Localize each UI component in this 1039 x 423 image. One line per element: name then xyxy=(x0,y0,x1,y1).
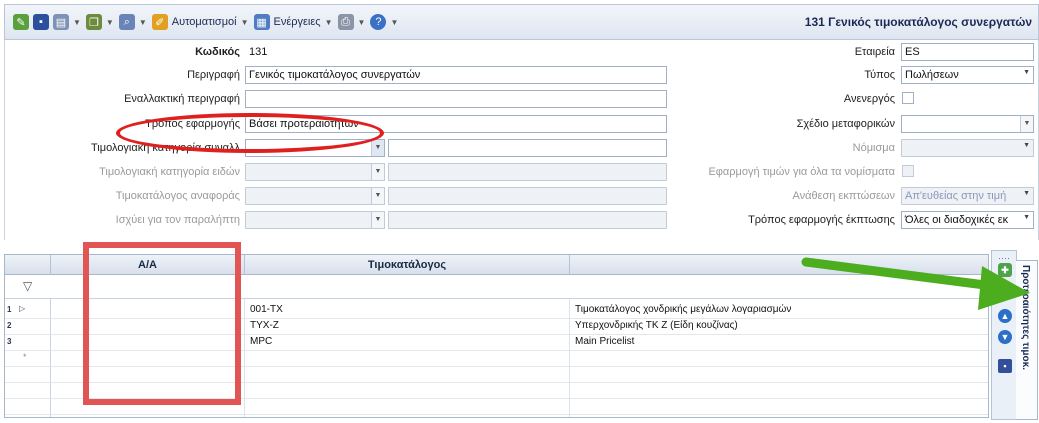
row-indicator: 1 xyxy=(7,305,12,314)
discount-method-label: Τρόπος εφαρμογής έκπτωσης xyxy=(748,214,895,226)
print-icon[interactable]: ⎙ xyxy=(337,14,354,30)
grid-side-toolbar: ···· ✚ ▲ ▼ ▪ xyxy=(991,250,1017,420)
highlight-box xyxy=(83,242,241,405)
actions-menu[interactable]: Ενέργειες xyxy=(274,16,321,28)
row-pricelist-description[interactable]: Υπερχονδρικής ΤΚ Ζ (Είδη κουζίνας) xyxy=(575,320,738,331)
search-icon[interactable]: ⌕ xyxy=(118,14,135,30)
new-dropdown-arrow[interactable]: ▼ xyxy=(73,18,81,27)
shipping-plan-label: Σχέδιο μεταφορικών xyxy=(796,118,895,130)
grid-header-indicator xyxy=(5,255,51,275)
chevron-down-icon[interactable]: ▼ xyxy=(371,212,384,228)
add-icon[interactable]: ✚ xyxy=(998,263,1012,277)
discount-assignment-value: Απ'ευθείας στην τιμή xyxy=(905,190,1007,202)
alt-description-field[interactable] xyxy=(245,90,667,108)
actions-dropdown-arrow[interactable]: ▼ xyxy=(325,18,333,27)
highlight-ellipse xyxy=(116,113,384,153)
company-label: Εταιρεία xyxy=(854,46,895,58)
chevron-down-icon[interactable]: ▼ xyxy=(1023,69,1030,76)
description-field[interactable]: Γενικός τιμοκατάλογος συνεργατών xyxy=(245,66,667,84)
save-icon[interactable]: ▪ xyxy=(998,359,1012,373)
automations-menu[interactable]: Αυτοματισμοί xyxy=(172,16,237,28)
brush-icon[interactable]: ✐ xyxy=(151,14,168,30)
grid-header-pricelist-label: Τιμοκατάλογος xyxy=(367,259,447,271)
save-icon[interactable]: ▪ xyxy=(33,14,49,30)
chevron-down-icon[interactable]: ▼ xyxy=(1023,142,1030,149)
apply-all-currencies-checkbox[interactable] xyxy=(902,165,914,177)
currency-label: Νόμισμα xyxy=(852,142,895,154)
alt-description-label: Εναλλακτική περιγραφή xyxy=(124,93,240,105)
inactive-label: Ανενεργός xyxy=(843,93,895,105)
new-icon[interactable]: ▤ xyxy=(53,14,69,30)
chevron-down-icon[interactable]: ▼ xyxy=(371,164,384,180)
item-category-description xyxy=(388,163,667,181)
item-category-dropdown[interactable]: ▼ xyxy=(245,163,385,181)
current-row-arrow-icon: ▷ xyxy=(19,304,26,313)
discount-assignment-label: Ανάθεση εκπτώσεων xyxy=(792,190,895,202)
discount-assignment-dropdown[interactable]: Απ'ευθείας στην τιμή ▼ xyxy=(901,187,1034,205)
new-row-icon: * xyxy=(23,352,27,362)
toolbar: ✎ ▪ ▤ ▼ ❐ ▼ ⌕ ▼ ✐ Αυτοματισμοί ▼ ▦ Ενέργειες… xyxy=(4,4,1039,40)
edit-icon[interactable]: ✎ xyxy=(13,14,29,30)
chevron-down-icon[interactable]: ▼ xyxy=(1023,190,1030,197)
filter-icon[interactable]: ▽ xyxy=(23,279,32,293)
chevron-down-icon[interactable]: ▼ xyxy=(1021,214,1030,221)
type-label: Τύπος xyxy=(864,69,895,81)
code-field[interactable]: 131 xyxy=(245,43,667,61)
discount-method-dropdown[interactable]: Όλες οι διαδοχικές εκ ▼ xyxy=(901,211,1034,229)
chevron-down-icon[interactable]: ▼ xyxy=(371,188,384,204)
reference-pricelist-dropdown[interactable]: ▼ xyxy=(245,187,385,205)
description-label: Περιγραφή xyxy=(187,69,240,81)
discount-method-value: Όλες οι διαδοχικές εκ xyxy=(905,214,1009,226)
row-pricelist-description[interactable]: Main Pricelist xyxy=(575,336,634,347)
reference-pricelist-description xyxy=(388,187,667,205)
company-field[interactable]: ES xyxy=(901,43,1034,61)
row-pricelist-code[interactable]: 001-TX xyxy=(250,304,283,315)
chevron-down-icon[interactable]: ▼ xyxy=(371,140,384,156)
tab-pricelist-priorities[interactable]: Προτεραιότητες τιμοκ. xyxy=(1016,260,1038,420)
applies-to-recipient-dropdown[interactable]: ▼ xyxy=(245,211,385,229)
tab-pricelist-priorities-label: Προτεραιότητες τιμοκ. xyxy=(1020,265,1031,370)
copy-dropdown-arrow[interactable]: ▼ xyxy=(106,18,114,27)
code-label: Κωδικός xyxy=(195,46,240,58)
type-value: Πωλήσεων xyxy=(905,69,959,81)
reference-pricelist-label: Τιμοκατάλογος αναφοράς xyxy=(115,190,240,202)
window-title: 131 Γενικός τιμοκατάλογος συνεργατών xyxy=(804,15,1032,29)
applies-to-recipient-description xyxy=(388,211,667,229)
row-pricelist-description[interactable]: Τιμοκατάλογος χονδρικής μεγάλων λογαριασ… xyxy=(575,304,791,315)
grid-header-description[interactable] xyxy=(570,255,988,275)
row-indicator: 3 xyxy=(7,337,12,346)
row-pricelist-code[interactable]: MPC xyxy=(250,336,272,347)
item-category-label: Τιμολογιακή κατηγορία ειδών xyxy=(99,166,240,178)
grid-header-pricelist[interactable]: Τιμοκατάλογος xyxy=(245,255,570,275)
print-dropdown-arrow[interactable]: ▼ xyxy=(358,18,366,27)
help-dropdown-arrow[interactable]: ▼ xyxy=(390,18,398,27)
search-dropdown-arrow[interactable]: ▼ xyxy=(139,18,147,27)
move-down-icon[interactable]: ▼ xyxy=(998,330,1012,344)
applies-to-recipient-label: Ισχύει για τον παραλήπτη xyxy=(115,214,240,226)
chevron-down-icon[interactable]: ▼ xyxy=(1020,116,1033,132)
copy-icon[interactable]: ❐ xyxy=(85,14,102,30)
type-dropdown[interactable]: Πωλήσεων ▼ xyxy=(901,66,1034,84)
automations-dropdown-arrow[interactable]: ▼ xyxy=(241,18,249,27)
shipping-plan-dropdown[interactable]: ▼ xyxy=(901,115,1034,133)
move-up-icon[interactable]: ▲ xyxy=(998,309,1012,323)
row-pricelist-code[interactable]: TYX-Z xyxy=(250,320,279,331)
currency-dropdown[interactable]: ▼ xyxy=(901,139,1034,157)
apply-all-currencies-label: Εφαρμογή τιμών για όλα τα νομίσματα xyxy=(708,166,895,178)
help-icon[interactable]: ? xyxy=(370,14,387,30)
partner-category-description xyxy=(388,139,667,157)
inactive-checkbox[interactable] xyxy=(902,92,914,104)
document-icon[interactable]: ▦ xyxy=(253,14,270,30)
menu-dots-icon[interactable]: ···· xyxy=(998,253,1010,263)
row-indicator: 2 xyxy=(7,321,12,330)
